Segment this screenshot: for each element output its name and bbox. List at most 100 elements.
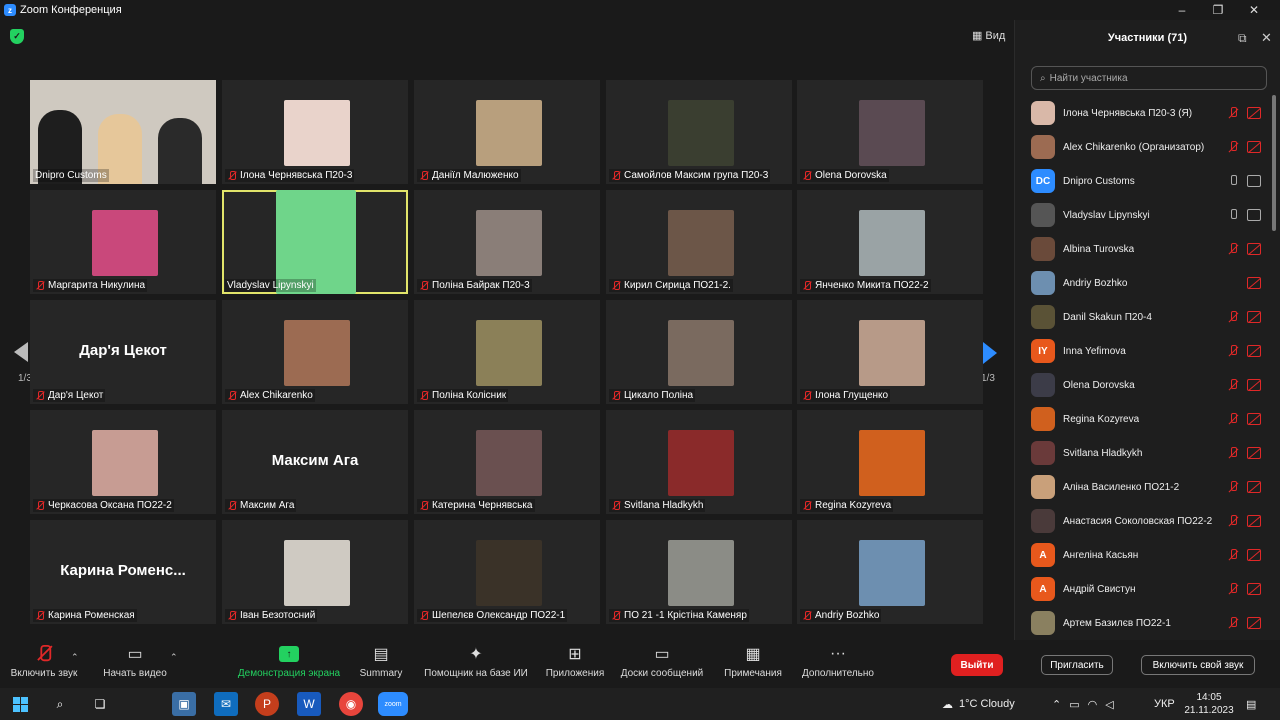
video-tile[interactable]: Regina Kozyreva: [797, 410, 983, 514]
share-screen-button[interactable]: ↑ Демонстрация экрана: [236, 640, 342, 679]
powerpoint-icon[interactable]: P: [255, 692, 279, 716]
video-tile[interactable]: Іван Безотосний: [222, 520, 408, 624]
word-icon[interactable]: W: [297, 692, 321, 716]
video-options-chevron-icon[interactable]: ⌃: [170, 652, 178, 663]
participant-row[interactable]: Regina Kozyreva: [1015, 402, 1267, 436]
participant-row[interactable]: Анастасия Соколовская ПО22-2: [1015, 504, 1267, 538]
video-tile[interactable]: Даніїл Малюженко: [414, 80, 600, 184]
mail-icon[interactable]: ✉: [214, 692, 238, 716]
minimize-button[interactable]: –: [1164, 0, 1200, 20]
participant-list: Ілона Чернявська П20-3 (Я) Alex Chikarenk…: [1015, 96, 1267, 640]
video-off-icon: [1247, 345, 1261, 357]
video-tile[interactable]: Дар'я Цекот Дар'я Цекот: [30, 300, 216, 404]
mic-muted-icon: [1227, 107, 1239, 119]
close-button[interactable]: ✕: [1236, 0, 1272, 20]
apps-button[interactable]: ⊞ Приложения: [544, 640, 606, 679]
more-button[interactable]: ··· Дополнительно: [800, 640, 876, 679]
participant-name: Артем Базилєв ПО22-1: [1063, 617, 1171, 629]
participant-row[interactable]: Alex Chikarenko (Организатор): [1015, 130, 1267, 164]
search-icon[interactable]: ⌕: [48, 692, 72, 716]
ai-companion-button[interactable]: ✦ Помощник на базе ИИ: [420, 640, 532, 679]
whiteboards-button[interactable]: ▭ Доски сообщений: [618, 640, 706, 679]
tile-name: Olena Dorovska: [815, 170, 887, 181]
video-tile[interactable]: Цикало Поліна: [606, 300, 792, 404]
notifications-icon[interactable]: ▤: [1246, 688, 1256, 720]
task-view-icon[interactable]: ❏: [88, 692, 112, 716]
video-tile[interactable]: Svitlana Hladkykh: [606, 410, 792, 514]
mic-muted-icon: [227, 390, 237, 401]
maximize-button[interactable]: ❐: [1200, 0, 1236, 20]
participant-row[interactable]: Svitlana Hladkykh: [1015, 436, 1267, 470]
tile-name-label: Svitlana Hladkykh: [609, 499, 706, 512]
system-tray-icons[interactable]: ⌃ ▭ ◠ ◁: [1052, 688, 1114, 720]
video-off-icon: [1247, 141, 1261, 153]
store-icon[interactable]: ▣: [172, 692, 196, 716]
video-tile[interactable]: Маргарита Никулина: [30, 190, 216, 294]
next-page-arrow-icon[interactable]: [983, 342, 997, 364]
panel-scrollbar[interactable]: [1272, 95, 1276, 231]
windows-start-icon[interactable]: [8, 692, 32, 716]
language-indicator[interactable]: УКР: [1154, 688, 1175, 720]
video-tile[interactable]: Ілона Глущенко: [797, 300, 983, 404]
video-tile[interactable]: Olena Dorovska: [797, 80, 983, 184]
video-off-icon: [1247, 243, 1261, 255]
video-tile[interactable]: Катерина Чернявська: [414, 410, 600, 514]
participant-name: Аліна Василенко ПО21-2: [1063, 481, 1180, 493]
clock[interactable]: 14:05 21.11.2023: [1184, 688, 1233, 720]
popout-icon[interactable]: ⧉: [1238, 31, 1247, 46]
participant-row[interactable]: Аліна Василенко ПО21-2: [1015, 470, 1267, 504]
video-tile[interactable]: ПО 21 -1 Крістіна Каменяр: [606, 520, 792, 624]
chrome-icon[interactable]: ◉: [339, 692, 363, 716]
participant-row[interactable]: IY Inna Yefimova: [1015, 334, 1267, 368]
participant-row[interactable]: Danil Skakun П20-4: [1015, 300, 1267, 334]
video-tile[interactable]: Поліна Байрак П20-3: [414, 190, 600, 294]
participant-name: Svitlana Hladkykh: [1063, 447, 1143, 459]
tile-name: Янченко Микита ПО22-2: [815, 280, 929, 291]
mic-muted-icon: [611, 170, 621, 181]
video-tile[interactable]: Самойлов Максим група П20-3: [606, 80, 792, 184]
tile-name-label: Цикало Поліна: [609, 389, 696, 402]
weather-widget[interactable]: ☁ 1°C Cloudy: [942, 688, 1015, 720]
zoom-taskbar-icon[interactable]: zoom: [378, 692, 408, 716]
video-tile[interactable]: Черкасова Оксана ПО22-2: [30, 410, 216, 514]
participant-row[interactable]: Albina Turovska: [1015, 232, 1267, 266]
video-tile[interactable]: Карина Роменс... Карина Роменская: [30, 520, 216, 624]
video-tile[interactable]: Кирил Сирица ПО21-2.: [606, 190, 792, 294]
summary-button[interactable]: ▤ Summary: [356, 640, 406, 679]
audio-options-chevron-icon[interactable]: ⌃: [71, 652, 79, 663]
view-button[interactable]: ▦ Вид: [972, 29, 1005, 43]
video-tile[interactable]: Dnipro Customs: [30, 80, 216, 184]
participant-row[interactable]: Andriy Bozhko: [1015, 266, 1267, 300]
participant-name: Inna Yefimova: [1063, 345, 1126, 357]
participant-row[interactable]: Olena Dorovska: [1015, 368, 1267, 402]
leave-meeting-button[interactable]: Выйти: [951, 654, 1003, 676]
avatar: DC: [1031, 169, 1055, 193]
encryption-shield-icon[interactable]: ✓: [10, 29, 24, 44]
video-tile[interactable]: Alex Chikarenko: [222, 300, 408, 404]
participant-row[interactable]: DC Dnipro Customs: [1015, 164, 1267, 198]
start-video-button[interactable]: ▭ Начать видео: [98, 640, 172, 679]
participant-photo: [668, 100, 734, 166]
participant-name: Regina Kozyreva: [1063, 413, 1140, 425]
video-tile[interactable]: Поліна Колісник: [414, 300, 600, 404]
video-tile[interactable]: Ілона Чернявська П20-3: [222, 80, 408, 184]
unmute-self-button[interactable]: Включить свой звук: [1141, 655, 1255, 675]
participant-photo: [476, 430, 542, 496]
video-tile[interactable]: Шепелєв Олександр ПО22-1: [414, 520, 600, 624]
participant-row[interactable]: А Андрій Свистун: [1015, 572, 1267, 606]
tile-name-label: Іван Безотосний: [225, 609, 318, 622]
video-tile[interactable]: Vladyslav Lipynskyi: [222, 190, 408, 294]
participant-row[interactable]: Ілона Чернявська П20-3 (Я): [1015, 96, 1267, 130]
participant-search-input[interactable]: ⌕ Найти участника: [1031, 66, 1267, 90]
invite-button[interactable]: Пригласить: [1041, 655, 1113, 675]
participant-row[interactable]: А Ангеліна Касьян: [1015, 538, 1267, 572]
notes-button[interactable]: ▦ Примечания: [722, 640, 784, 679]
video-tile[interactable]: Максим Ага Максим Ага: [222, 410, 408, 514]
participant-row[interactable]: Артем Базилєв ПО22-1: [1015, 606, 1267, 640]
mic-muted-icon: [1227, 413, 1239, 425]
close-panel-icon[interactable]: ✕: [1261, 30, 1272, 46]
participant-row[interactable]: Vladyslav Lipynskyi: [1015, 198, 1267, 232]
prev-page-arrow-icon[interactable]: [14, 342, 28, 362]
video-tile[interactable]: Andriy Bozhko: [797, 520, 983, 624]
video-tile[interactable]: Янченко Микита ПО22-2: [797, 190, 983, 294]
